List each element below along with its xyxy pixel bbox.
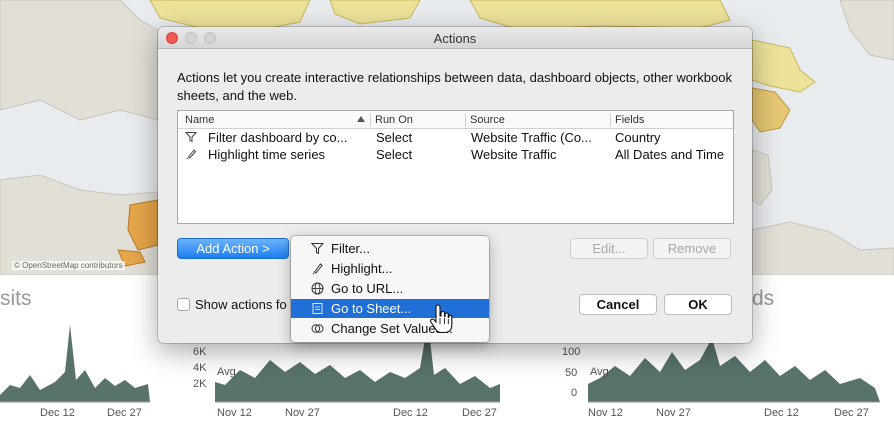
column-divider[interactable] — [370, 113, 371, 127]
x-tick-label: Dec 27 — [462, 407, 497, 419]
remove-button[interactable]: Remove — [653, 238, 731, 259]
add-action-button[interactable]: Add Action > — [177, 238, 289, 259]
chart-title-left: sits — [0, 287, 32, 310]
y-tick-label: 50 — [565, 367, 578, 379]
menu-item-label: Go to URL... — [331, 281, 404, 296]
row-fields: Country — [615, 130, 661, 145]
row-run-on: Select — [376, 130, 413, 145]
show-actions-checkbox[interactable] — [177, 298, 190, 311]
row-source: Website Traffic (Co... — [471, 130, 592, 145]
table-row[interactable]: Highlight time series Select Website Tra… — [178, 146, 733, 163]
y-tick-label: 100 — [562, 346, 581, 358]
table-row[interactable]: Filter dashboard by co... Select Website… — [178, 129, 733, 146]
y-tick-label: 4K — [193, 362, 207, 374]
add-action-menu: Filter... Highlight... Go to URL... Go t… — [291, 236, 489, 342]
menu-item-go-to-sheet[interactable]: Go to Sheet... — [291, 299, 489, 318]
avg-label: Avg — [590, 366, 609, 378]
map-attribution[interactable]: © OpenStreetMap contributors — [12, 261, 125, 270]
row-fields: All Dates and Time — [615, 147, 725, 162]
set-icon — [311, 324, 324, 333]
dialog-title: Actions — [433, 31, 477, 46]
edit-button[interactable]: Edit... — [570, 238, 648, 259]
menu-item-go-to-url[interactable]: Go to URL... — [291, 279, 489, 298]
row-name: Filter dashboard by co... — [208, 130, 348, 145]
highlight-icon — [186, 149, 197, 160]
chart-title-right: ds — [752, 287, 775, 310]
cancel-button[interactable]: Cancel — [579, 294, 657, 315]
column-divider[interactable] — [610, 113, 611, 127]
hand-pointer-cursor-icon — [430, 304, 453, 334]
avg-label: Avg — [217, 366, 236, 378]
x-tick-label: Nov 27 — [656, 407, 691, 419]
menu-item-change-set-values[interactable]: Change Set Values... — [291, 319, 489, 338]
show-actions-label: Show actions fo — [195, 297, 287, 312]
menu-item-label: Highlight... — [331, 261, 393, 276]
filter-icon — [311, 243, 324, 255]
map-region — [0, 0, 159, 121]
column-header-fields[interactable]: Fields — [615, 114, 644, 126]
x-tick-label: Dec 27 — [107, 407, 142, 419]
x-tick-label: Dec 12 — [393, 407, 428, 419]
column-header-run-on[interactable]: Run On — [375, 114, 413, 126]
actions-table: Name Run On Source Fields Filter dashboa… — [177, 110, 734, 224]
sort-ascending-icon — [357, 116, 365, 122]
menu-item-filter[interactable]: Filter... — [291, 239, 489, 258]
menu-item-label: Filter... — [331, 241, 371, 256]
sheet-icon — [312, 303, 323, 314]
map-region — [469, 0, 731, 31]
x-tick-label: Nov 27 — [285, 407, 320, 419]
x-tick-label: Dec 27 — [834, 407, 869, 419]
table-header: Name Run On Source Fields — [178, 111, 733, 129]
x-tick-label: Nov 12 — [217, 407, 252, 419]
row-name: Highlight time series — [208, 147, 326, 162]
row-source: Website Traffic — [471, 147, 557, 162]
menu-item-label: Go to Sheet... — [331, 301, 412, 316]
globe-icon — [311, 282, 324, 295]
menu-item-highlight[interactable]: Highlight... — [291, 259, 489, 278]
row-run-on: Select — [376, 147, 413, 162]
y-tick-label: 6K — [193, 346, 207, 358]
x-tick-label: Dec 12 — [764, 407, 799, 419]
ok-button[interactable]: OK — [664, 294, 732, 315]
column-header-source[interactable]: Source — [470, 114, 505, 126]
column-divider[interactable] — [465, 113, 466, 127]
dialog-description: Actions let you create interactive relat… — [177, 70, 732, 103]
filter-icon — [185, 132, 197, 143]
dialog-titlebar[interactable]: Actions — [158, 27, 752, 49]
highlight-icon — [312, 263, 323, 275]
x-tick-label: Dec 12 — [40, 407, 75, 419]
y-tick-label: 0 — [571, 387, 578, 399]
x-tick-label: Nov 12 — [588, 407, 623, 419]
column-header-name[interactable]: Name — [185, 114, 214, 126]
y-tick-label: 2K — [193, 378, 207, 390]
